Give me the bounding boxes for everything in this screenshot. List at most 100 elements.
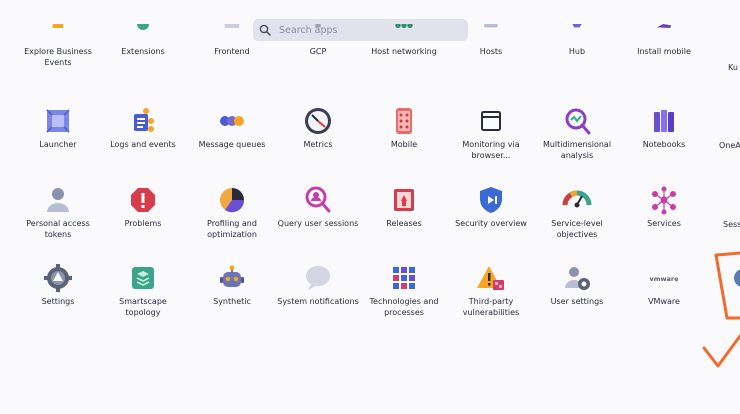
- app-label: Settings: [41, 297, 75, 306]
- mobile-icon: [396, 108, 412, 134]
- app-label: Message queues: [198, 140, 266, 149]
- app-label: Technologies and processes: [369, 297, 439, 317]
- app-label: Query user sessions: [277, 219, 359, 228]
- app-tile-launcher[interactable]: Launcher: [16, 106, 100, 150]
- app-tile-profiling[interactable]: Profiling and optimization: [190, 185, 274, 240]
- app-label: Third-party vulnerabilities: [462, 297, 520, 317]
- app-label: Explore Business Events: [24, 47, 92, 67]
- app-label: Mobile: [390, 140, 418, 149]
- app-label: Smartscape topology: [119, 297, 167, 317]
- app-label: Multidimensional analysis: [542, 140, 612, 160]
- logs-icon: [134, 108, 154, 132]
- browser-monitor-icon: [481, 111, 501, 131]
- app-label: VMware: [648, 297, 680, 306]
- app-tile-technologies[interactable]: Technologies and processes: [362, 263, 446, 318]
- partial-app-label-row1[interactable]: Ku: [728, 62, 738, 73]
- app-label: Hub: [568, 47, 586, 56]
- app-tile-notebooks[interactable]: Notebooks: [622, 106, 706, 150]
- app-tile-notifications[interactable]: System notifications: [276, 263, 360, 307]
- settings-icon: [44, 264, 72, 292]
- app-label: Logs and events: [110, 140, 176, 149]
- app-tile-vmware[interactable]: vmware VMware: [622, 263, 706, 307]
- app-tile-metrics[interactable]: Metrics: [276, 106, 360, 150]
- app-tile-services[interactable]: Services: [622, 185, 706, 229]
- multidimensional-icon: [565, 108, 591, 135]
- app-label: Personal access tokens: [26, 219, 90, 239]
- app-tile-message-queues[interactable]: Message queues: [190, 106, 274, 150]
- app-tile-problems[interactable]: Problems: [101, 185, 185, 229]
- vmware-icon: vmware: [649, 272, 679, 284]
- app-label: Security overview: [455, 219, 527, 228]
- app-tile-multidimensional[interactable]: Multidimensional analysis: [535, 106, 619, 161]
- app-label: Install mobile: [637, 47, 691, 56]
- app-tile-hub[interactable]: Hub: [535, 12, 619, 57]
- vulnerabilities-icon: [477, 266, 504, 290]
- app-tile-vulnerabilities[interactable]: Third-party vulnerabilities: [449, 263, 533, 318]
- slo-icon: [562, 190, 592, 208]
- app-label: Services: [647, 219, 681, 228]
- app-label: GCP: [309, 47, 327, 56]
- app-tile-business-events[interactable]: Explore Business Events: [16, 12, 100, 68]
- app-tile-access-tokens[interactable]: Personal access tokens: [16, 185, 100, 240]
- frontend-icon: [224, 24, 240, 28]
- app-tile-host-networking[interactable]: Host networking: [362, 12, 446, 57]
- app-label: Notebooks: [642, 140, 686, 149]
- app-label: Hosts: [479, 47, 503, 56]
- app-tile-mobile[interactable]: Mobile: [362, 106, 446, 150]
- partial-app-icon[interactable]: [733, 265, 740, 291]
- app-label: Service-level objectives: [551, 219, 603, 239]
- profiling-icon: [220, 188, 245, 213]
- app-label: User settings: [550, 297, 604, 306]
- metrics-icon: [305, 108, 331, 134]
- app-tile-synthetic[interactable]: Synthetic: [190, 263, 274, 307]
- business-events-icon: [52, 24, 64, 28]
- app-tile-settings[interactable]: Settings: [16, 263, 100, 307]
- partial-app-label-row3[interactable]: Sess: [723, 219, 740, 230]
- app-tile-smartscape[interactable]: Smartscape topology: [101, 263, 185, 318]
- app-label: Launcher: [39, 140, 77, 149]
- partial-app-label-row2[interactable]: OneA: [719, 140, 740, 151]
- message-queues-icon: [220, 116, 244, 126]
- host-networking-icon: [395, 24, 413, 28]
- problems-icon: [131, 188, 155, 212]
- app-tile-logs[interactable]: Logs and events: [101, 106, 185, 150]
- app-label: Monitoring via browser...: [462, 140, 520, 160]
- extensions-icon: [137, 24, 149, 30]
- app-tile-slo[interactable]: Service-level objectives: [535, 185, 619, 240]
- app-tile-hosts[interactable]: Hosts: [449, 12, 533, 57]
- install-mobile-icon: [656, 24, 672, 28]
- gcp-icon: [315, 24, 321, 28]
- services-icon: [652, 186, 676, 215]
- notebooks-icon: [654, 110, 674, 132]
- app-label: Frontend: [214, 47, 250, 56]
- app-tile-query-sessions[interactable]: Query user sessions: [276, 185, 360, 229]
- app-label: System notifications: [277, 297, 359, 306]
- security-icon: [480, 187, 502, 213]
- app-label: Host networking: [371, 47, 437, 56]
- releases-icon: [394, 189, 414, 211]
- app-label: Extensions: [121, 47, 165, 56]
- launcher-icon: [46, 109, 70, 133]
- app-tile-releases[interactable]: Releases: [362, 185, 446, 229]
- smartscape-icon: [132, 267, 154, 289]
- app-tile-user-settings[interactable]: User settings: [535, 263, 619, 307]
- app-tile-install-mobile[interactable]: Install mobile: [622, 12, 706, 57]
- technologies-icon: [393, 267, 415, 289]
- notifications-icon: [306, 266, 330, 290]
- access-tokens-icon: [47, 188, 69, 212]
- hub-icon: [572, 24, 582, 28]
- app-tile-security[interactable]: Security overview: [449, 185, 533, 229]
- app-label: Metrics: [303, 140, 333, 149]
- query-sessions-icon: [305, 186, 331, 213]
- hosts-icon: [484, 24, 498, 28]
- app-tile-browser-monitor[interactable]: Monitoring via browser...: [449, 106, 533, 161]
- app-label: Profiling and optimization: [207, 219, 257, 239]
- app-tile-extensions[interactable]: Extensions: [101, 12, 185, 57]
- svg-text:vmware: vmware: [649, 275, 679, 283]
- app-tile-frontend[interactable]: Frontend: [190, 12, 274, 57]
- user-settings-icon: [565, 267, 590, 290]
- synthetic-icon: [220, 265, 244, 287]
- app-label: Synthetic: [213, 297, 251, 306]
- app-tile-gcp[interactable]: GCP: [276, 12, 360, 57]
- app-label: Releases: [386, 219, 422, 228]
